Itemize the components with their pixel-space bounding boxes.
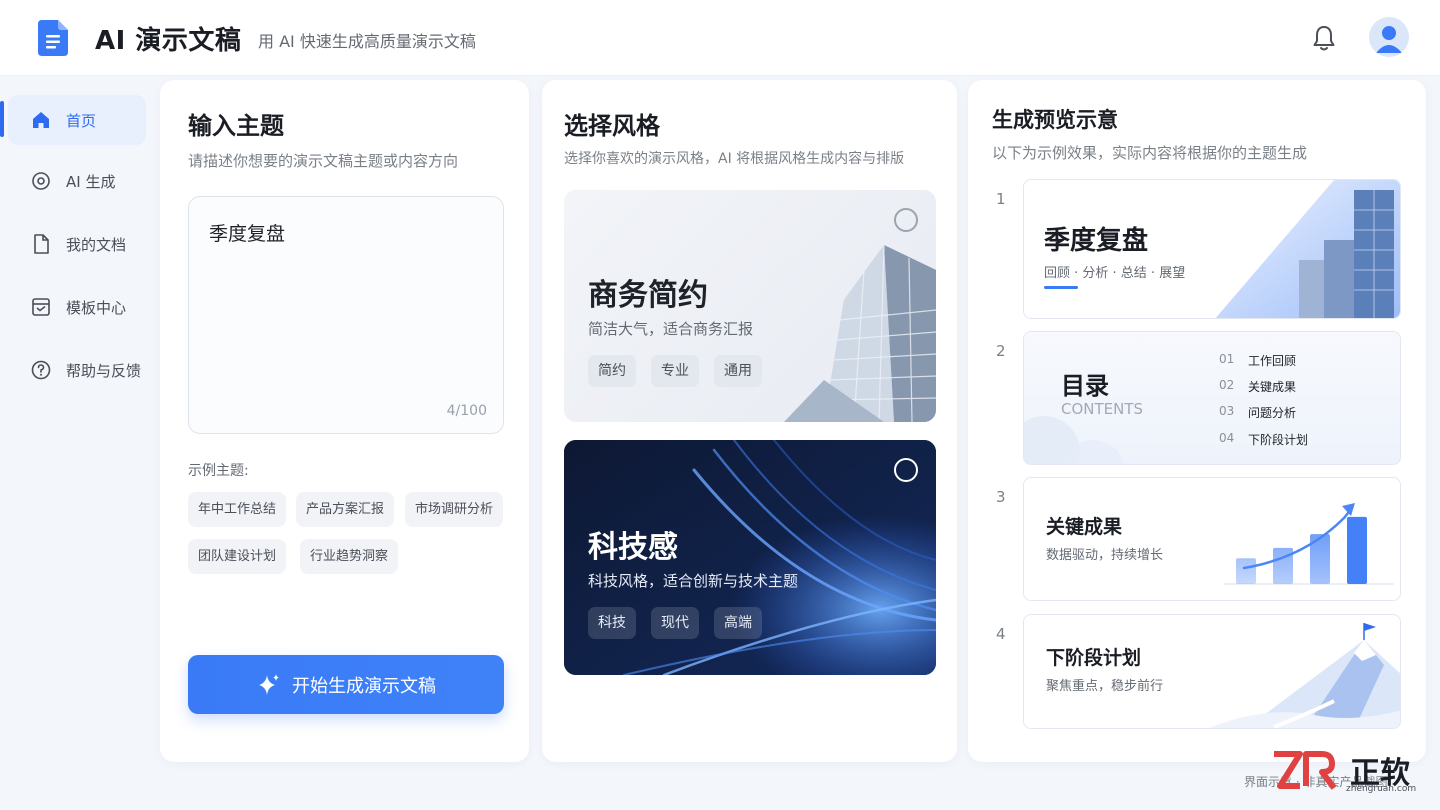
topic-input-panel: 输入主题 请描述你想要的演示文稿主题或内容方向 季度复盘 4/100 示例主题:… — [160, 80, 529, 762]
help-icon — [31, 360, 51, 380]
generate-button-label: 开始生成演示文稿 — [292, 675, 436, 697]
user-avatar-icon[interactable] — [1369, 17, 1409, 57]
panel-description: 请描述你想要的演示文稿主题或内容方向 — [188, 152, 459, 170]
active-indicator — [0, 101, 4, 137]
style-tag: 高端 — [714, 607, 762, 639]
style-tag: 科技 — [588, 607, 636, 639]
example-chip[interactable]: 市场调研分析 — [405, 492, 504, 527]
preview-panel: 生成预览示意 以下为示例效果，实际内容将根据你的主题生成 1 季度复盘 回顾 ·… — [968, 80, 1426, 762]
sidebar-item-label: 我的文档 — [66, 235, 127, 254]
style-tag: 现代 — [651, 607, 699, 639]
sidebar-item-ai-generate[interactable]: AI 生成 — [8, 156, 146, 206]
style-subtitle: 科技风格，适合创新与技术主题 — [588, 572, 799, 590]
brand-logo: 正软 zhengruan.com — [1270, 748, 1430, 798]
char-counter: 4/100 — [446, 403, 487, 419]
growth-bar — [1347, 516, 1367, 584]
building-illustration — [784, 244, 936, 422]
growth-bar — [1236, 558, 1256, 584]
style-card-business[interactable]: 商务简约 简洁大气，适合商务汇报 简约 专业 通用 — [564, 190, 936, 422]
toc-number: 01 — [1219, 352, 1235, 366]
toc-item: 问题分析 — [1248, 406, 1297, 420]
style-name: 科技感 — [588, 530, 678, 565]
app-title: AI 演示文稿 — [95, 26, 242, 56]
generate-button[interactable]: 开始生成演示文稿 — [188, 655, 504, 714]
slide-title: 关键成果 — [1046, 516, 1123, 538]
sidebar-item-home[interactable]: 首页 — [8, 95, 146, 145]
growth-bar-chart — [1224, 503, 1394, 585]
slide-subtitle: 数据驱动，持续增长 — [1046, 548, 1164, 563]
toc-item: 下阶段计划 — [1248, 433, 1309, 447]
sidebar: 首页 AI 生成 我的文档 模板中心 帮助与反馈 — [0, 76, 152, 810]
slide-subtitle: CONTENTS — [1061, 400, 1144, 418]
sidebar-item-label: 首页 — [66, 111, 97, 130]
preview-slide-results[interactable]: 关键成果 数据驱动，持续增长 — [1023, 477, 1401, 601]
slide-title: 季度复盘 — [1044, 226, 1149, 256]
preview-slide-cover[interactable]: 季度复盘 回顾 · 分析 · 总结 · 展望 — [1023, 179, 1401, 319]
panel-description: 以下为示例效果，实际内容将根据你的主题生成 — [992, 144, 1308, 162]
sidebar-item-my-docs[interactable]: 我的文档 — [8, 219, 146, 269]
style-card-tech[interactable]: 科技感 科技风格，适合创新与技术主题 科技 现代 高端 — [564, 440, 936, 675]
style-radio[interactable] — [894, 208, 918, 232]
topic-value: 季度复盘 — [209, 223, 286, 245]
style-tag: 通用 — [714, 355, 762, 387]
sidebar-item-label: 帮助与反馈 — [66, 361, 142, 380]
example-chip[interactable]: 年中工作总结 — [188, 492, 287, 527]
topic-input[interactable]: 季度复盘 4/100 — [188, 196, 504, 434]
panel-title: 生成预览示意 — [992, 108, 1118, 132]
style-name: 商务简约 — [588, 278, 708, 313]
panel-title: 选择风格 — [564, 112, 660, 140]
mountain-flag-illustration — [1209, 623, 1400, 728]
style-tag: 专业 — [651, 355, 699, 387]
panel-description: 选择你喜欢的演示风格，AI 将根据风格生成内容与排版 — [564, 151, 905, 167]
growth-bar — [1273, 547, 1293, 584]
ai-target-icon — [32, 172, 50, 190]
document-icon — [38, 20, 68, 56]
example-chip[interactable]: 产品方案汇报 — [296, 492, 395, 527]
sparkle-icon — [259, 673, 279, 695]
style-tag: 简约 — [588, 355, 636, 387]
home-icon — [33, 112, 49, 128]
slide-number: 2 — [996, 342, 1006, 360]
toc-item: 关键成果 — [1248, 380, 1297, 394]
app-header: AI 演示文稿 用 AI 快速生成高质量演示文稿 — [0, 0, 1440, 76]
preview-slide-contents[interactable]: 目录 CONTENTS 01 工作回顾 02 关键成果 03 问题分析 04 下… — [1023, 331, 1401, 465]
slide-number: 4 — [996, 625, 1006, 643]
brand-url: zhengruan.com — [1346, 784, 1417, 794]
slide-number: 3 — [996, 488, 1006, 506]
template-icon — [32, 298, 50, 316]
example-chip[interactable]: 行业趋势洞察 — [300, 539, 399, 574]
slide-subtitle: 聚焦重点，稳步前行 — [1046, 679, 1164, 694]
preview-slide-plan[interactable]: 下阶段计划 聚焦重点，稳步前行 — [1023, 614, 1401, 729]
bell-icon[interactable] — [1308, 22, 1340, 54]
slide-subtitle: 回顾 · 分析 · 总结 · 展望 — [1044, 266, 1186, 281]
slide-title: 下阶段计划 — [1046, 647, 1142, 669]
toc-number: 03 — [1219, 404, 1235, 418]
brand-zr-icon — [1274, 751, 1337, 790]
title-underline — [1044, 286, 1078, 289]
toc-number: 02 — [1219, 378, 1235, 392]
style-select-panel: 选择风格 选择你喜欢的演示风格，AI 将根据风格生成内容与排版 商务简约 简洁大… — [542, 80, 957, 762]
file-icon — [34, 234, 49, 254]
toc-number: 04 — [1219, 431, 1235, 445]
slide-title: 目录 — [1061, 372, 1109, 400]
examples-label: 示例主题: — [188, 463, 249, 479]
style-subtitle: 简洁大气，适合商务汇报 — [588, 320, 754, 338]
style-radio[interactable] — [894, 458, 918, 482]
city-buildings-illustration — [1215, 180, 1400, 318]
sidebar-item-templates[interactable]: 模板中心 — [8, 282, 146, 332]
sidebar-item-label: 模板中心 — [66, 298, 127, 317]
sidebar-item-label: AI 生成 — [66, 172, 116, 191]
sidebar-item-help[interactable]: 帮助与反馈 — [8, 345, 146, 395]
slide-number: 1 — [996, 190, 1006, 208]
example-chip[interactable]: 团队建设计划 — [188, 539, 287, 574]
panel-title: 输入主题 — [188, 112, 284, 140]
toc-item: 工作回顾 — [1248, 354, 1297, 368]
app-subtitle: 用 AI 快速生成高质量演示文稿 — [258, 32, 476, 51]
